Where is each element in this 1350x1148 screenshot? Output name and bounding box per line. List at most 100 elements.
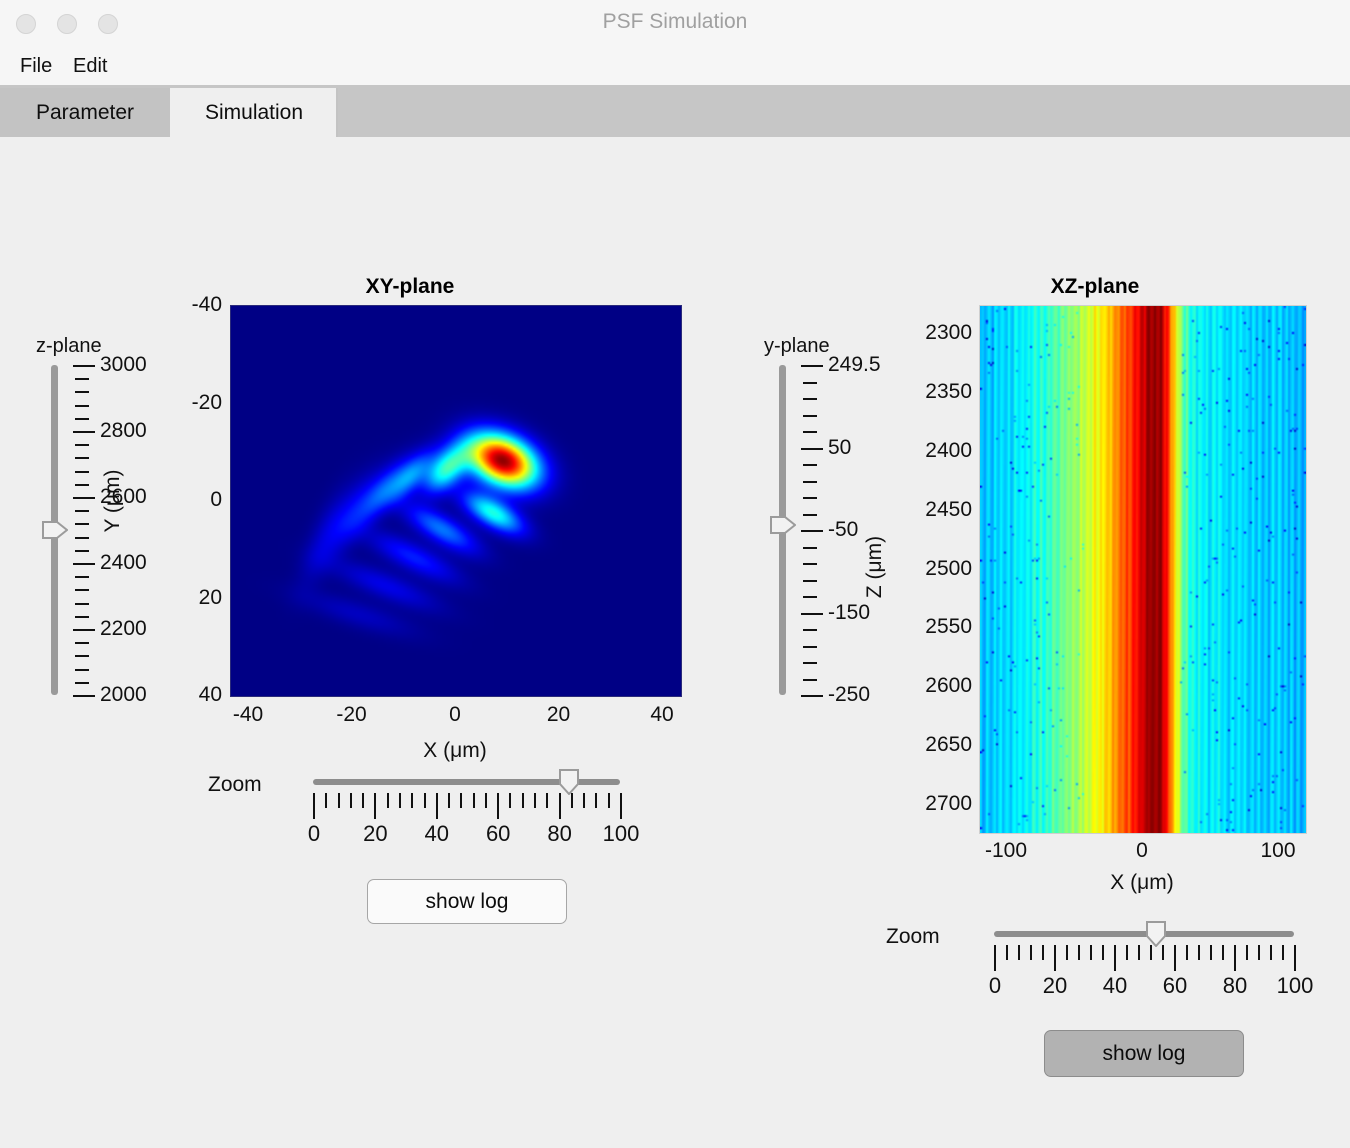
slider-tick-minor	[75, 444, 89, 447]
menubar: File Edit	[0, 46, 1350, 86]
axis-tick-label: 2550	[925, 615, 972, 639]
axis-tick-label: 2700	[925, 792, 972, 815]
slider-tick-major	[73, 563, 95, 565]
slider-tick-minor	[75, 391, 89, 394]
slider-tick-minor	[803, 596, 817, 598]
xz-plot-xticks: -100 0 100	[979, 839, 1305, 869]
zoom-tick-minor	[337, 793, 340, 808]
slider-tick-minor	[75, 417, 89, 420]
zoom-tick-minor	[448, 793, 451, 808]
xy-zoom-thumb[interactable]	[556, 769, 582, 795]
axis-tick-label: 2450	[925, 497, 972, 521]
xz-zoom-thumb[interactable]	[1143, 921, 1169, 947]
xz-plot-xlabel: X (μm)	[1110, 871, 1174, 894]
slider-tick-label: -50	[828, 518, 859, 541]
axis-tick-label: 2650	[925, 733, 972, 757]
slider-tick-minor	[75, 404, 89, 407]
zoom-tick-major	[1234, 945, 1236, 971]
axis-tick-label: -100	[984, 839, 1028, 862]
slider-tick-minor	[803, 497, 817, 499]
z-plane-slider-label: z-plane	[36, 335, 102, 357]
tabbar: Parameter Simulation	[0, 85, 1350, 138]
axis-tick-label: -40	[232, 703, 264, 726]
zoom-tick-minor	[1210, 945, 1212, 960]
menu-item-file[interactable]: File	[17, 55, 55, 78]
zoom-tick-label: 0	[307, 821, 321, 846]
axis-tick-label: 0	[1136, 839, 1148, 862]
slider-tick-minor	[75, 457, 89, 460]
xy-plot-xticks: -40 -20 0 20 40	[230, 703, 680, 733]
zoom-tick-minor	[484, 793, 487, 808]
zoom-tick-minor	[595, 793, 598, 808]
zoom-tick-minor	[1102, 945, 1104, 960]
slider-tick-major	[73, 365, 95, 367]
slider-tick-minor	[803, 513, 817, 516]
zoom-tick-minor	[1282, 945, 1284, 960]
slider-tick-minor	[803, 563, 817, 565]
axis-tick-label: 2300	[925, 321, 972, 344]
menu-item-edit[interactable]: Edit	[70, 55, 110, 78]
z-plane-slider-thumb[interactable]	[42, 517, 68, 543]
xy-plot-xlabel: X (μm)	[423, 739, 487, 762]
zoom-tick-minor	[325, 793, 328, 808]
xz-plot-image[interactable]	[979, 305, 1307, 834]
zoom-tick-minor	[1162, 945, 1164, 960]
axis-tick-label: 0	[210, 488, 222, 511]
simulation-panel: z-plane 3000 2800 2600 2400 2200 2000 XY-plan…	[0, 137, 1350, 1148]
zoom-tick-minor	[583, 793, 586, 808]
xy-zoom-scale: 0 20 40 60 80 100	[308, 793, 639, 853]
zoom-tick-minor	[349, 793, 352, 808]
slider-tick-minor	[75, 576, 89, 579]
xy-plot-image[interactable]	[230, 305, 682, 697]
zoom-tick-major	[497, 793, 500, 819]
axis-tick-label: -20	[336, 703, 367, 726]
axis-tick-label: 2600	[925, 674, 972, 698]
zoom-tick-minor	[1246, 945, 1248, 960]
zoom-tick-label: 40	[424, 821, 450, 846]
zoom-tick-minor	[1138, 945, 1140, 960]
slider-tick-minor	[75, 589, 89, 592]
xy-show-log-button[interactable]: show log	[367, 879, 567, 924]
slider-tick-minor	[75, 615, 89, 618]
zoom-tick-minor	[570, 793, 573, 808]
slider-tick-minor	[803, 464, 817, 466]
zoom-tick-minor	[362, 793, 365, 808]
zoom-tick-label: 100	[602, 821, 640, 846]
tab-simulation[interactable]: Simulation	[172, 88, 338, 137]
slider-tick-minor	[803, 480, 817, 483]
slider-tick-minor	[803, 662, 817, 664]
zoom-tick-minor	[460, 793, 463, 808]
slider-tick-minor	[75, 549, 89, 552]
slider-tick-major	[73, 497, 95, 499]
axis-tick-label: 40	[198, 683, 222, 706]
zoom-tick-label: 80	[1222, 973, 1248, 998]
slider-tick-minor	[75, 655, 89, 658]
xy-plot-title: XY-plane	[365, 275, 455, 298]
slider-tick-minor	[803, 645, 817, 648]
zoom-tick-minor	[1030, 945, 1032, 960]
axis-tick-label: 0	[449, 703, 461, 726]
y-plane-slider-thumb[interactable]	[770, 512, 796, 538]
axis-tick-label: -40	[191, 293, 222, 316]
slider-tick-minor	[803, 414, 817, 417]
zoom-tick-label: 60	[485, 821, 511, 846]
zoom-tick-major	[1114, 945, 1116, 971]
slider-tick-label: -250	[828, 683, 871, 706]
zoom-tick-major	[313, 793, 315, 819]
zoom-tick-major	[1174, 945, 1176, 971]
slider-tick-major	[801, 612, 823, 615]
slider-tick-label: 249.5	[828, 353, 881, 376]
zoom-tick-minor	[398, 793, 401, 808]
slider-tick-minor	[75, 470, 89, 473]
zoom-tick-minor	[1078, 945, 1080, 960]
axis-tick-label: 40	[650, 703, 674, 726]
slider-tick-minor	[803, 398, 817, 400]
xy-plot-ylabel: Y (μm)	[101, 469, 124, 533]
tab-parameter[interactable]: Parameter	[0, 88, 172, 137]
slider-tick-label: 50	[828, 435, 852, 459]
axis-tick-label: 20	[198, 585, 222, 609]
zoom-tick-major	[994, 945, 996, 971]
slider-tick-minor	[75, 483, 89, 486]
xz-show-log-button[interactable]: show log	[1044, 1030, 1244, 1077]
zoom-tick-minor	[1006, 945, 1008, 960]
